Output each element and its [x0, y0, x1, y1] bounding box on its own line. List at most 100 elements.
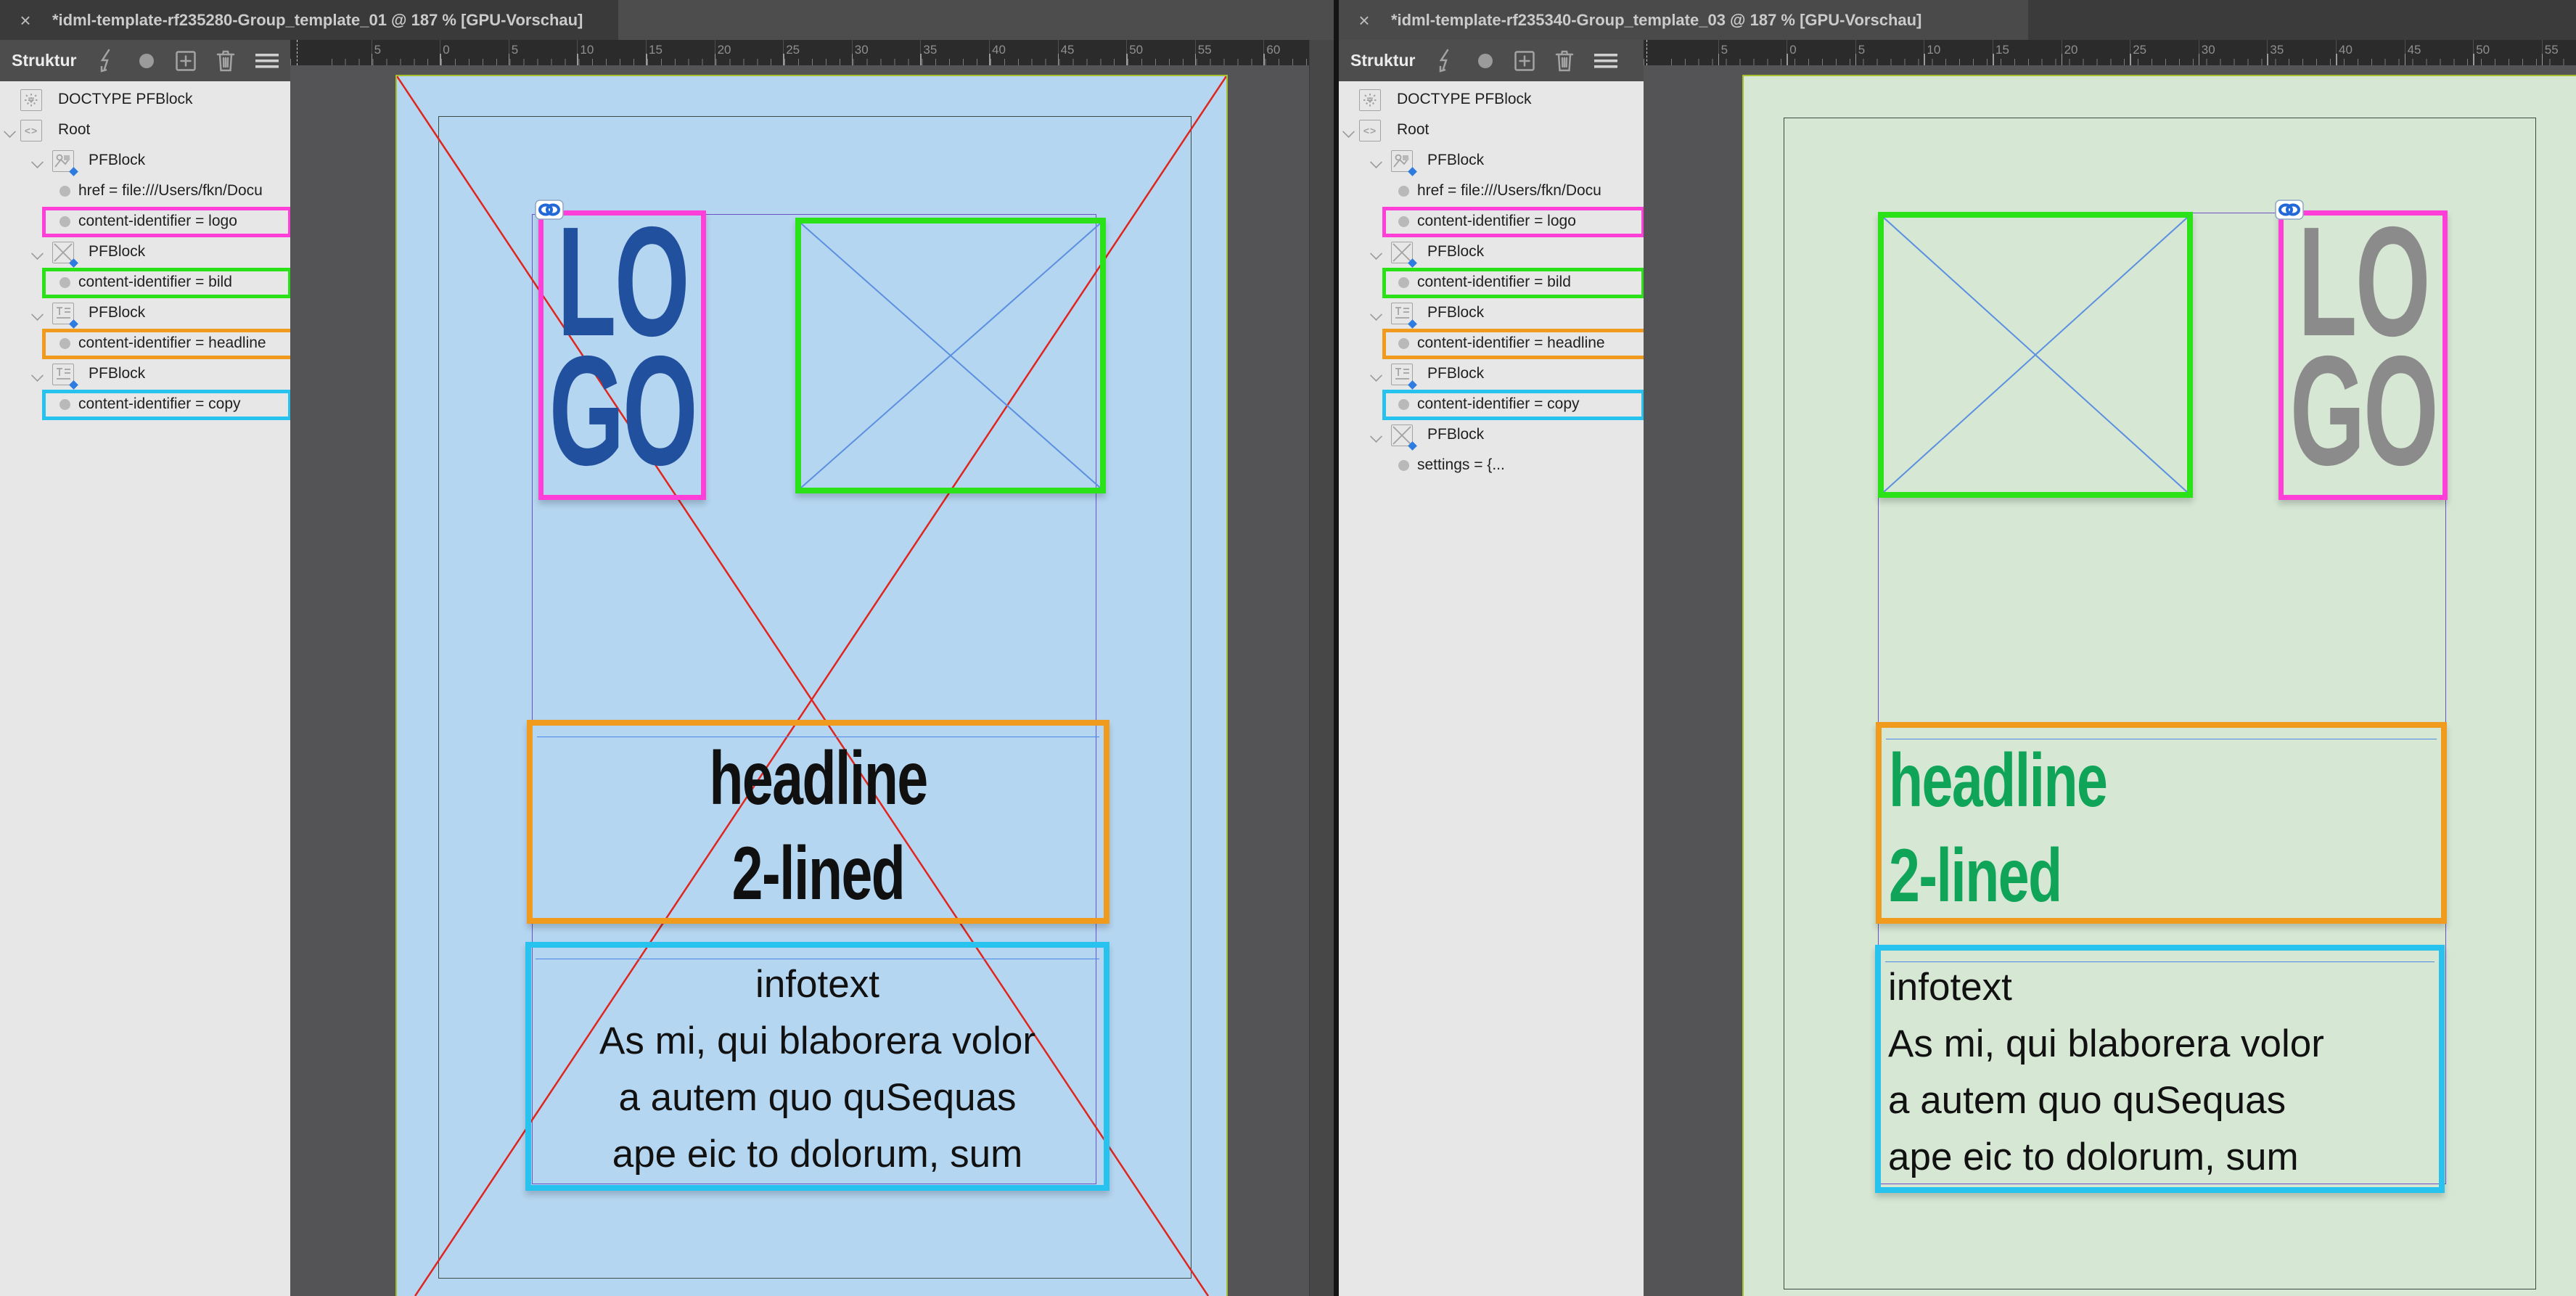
menu-icon[interactable] [255, 52, 279, 70]
structure-attribute-row[interactable]: content-identifier = logo [1339, 207, 1644, 237]
trash-icon[interactable] [216, 49, 236, 73]
ruler-number: 15 [649, 43, 663, 57]
ruler-major-tick [2199, 54, 2200, 65]
headline-frame[interactable]: headline2-lined [527, 720, 1109, 924]
structure-element-row[interactable]: DOCTYPE PFBlock [0, 85, 290, 115]
node-label: Root [58, 121, 90, 139]
ruler-major-tick [1263, 54, 1265, 65]
structure-element-row[interactable]: PFBlock [1339, 298, 1644, 329]
ruler-number: 35 [2270, 43, 2284, 57]
trash-icon[interactable] [1554, 49, 1575, 73]
chevron-down-icon[interactable] [31, 308, 44, 321]
ruler-major-tick [1058, 54, 1059, 65]
structure-element-row[interactable]: <>Root [0, 115, 290, 146]
chevron-down-icon[interactable] [1370, 247, 1382, 260]
ruler-number: 5 [1858, 43, 1865, 57]
headline-frame[interactable]: headline2-lined [1876, 722, 2447, 924]
close-icon[interactable]: × [16, 11, 35, 30]
copy-frame[interactable]: infotextAs mi, qui blaborera volora aute… [1875, 945, 2445, 1193]
pasteboard[interactable]: LOGO headline2-lined [290, 65, 1310, 1296]
record-icon[interactable] [1476, 52, 1495, 70]
structure-element-row[interactable]: PFBlock [1339, 359, 1644, 390]
link-icon[interactable] [535, 200, 564, 220]
pasteboard[interactable]: LOGO headline2-lined infotextAs mi, qui … [1644, 65, 2576, 1296]
node-label: PFBlock [1427, 426, 1484, 443]
placeholder-x-icon [801, 223, 1100, 488]
structure-attribute-row[interactable]: href = file:///Users/fkn/Docu [1339, 176, 1644, 207]
ruler-major-tick [577, 54, 578, 65]
close-icon[interactable]: × [1355, 11, 1374, 30]
panel-title: Struktur [12, 51, 76, 70]
logo-frame[interactable]: LOGO [538, 210, 706, 500]
document-tab[interactable]: × *idml-template-rf235340-Group_template… [1339, 0, 2028, 40]
structure-element-row[interactable]: <>Root [1339, 115, 1644, 146]
structure-attribute-row[interactable]: content-identifier = headline [1339, 329, 1644, 359]
logo-frame[interactable]: LOGO [2278, 210, 2448, 500]
chevron-down-icon[interactable] [1370, 369, 1382, 382]
attribute-bullet-icon [60, 338, 70, 349]
image-placeholder-frame[interactable] [1878, 212, 2193, 498]
menu-icon[interactable] [1593, 52, 1618, 70]
structure-element-row[interactable]: DOCTYPE PFBlock [1339, 85, 1644, 115]
structure-element-row[interactable]: PFBlock [0, 146, 290, 176]
ruler-major-tick [372, 54, 373, 65]
node-label: PFBlock [89, 365, 145, 382]
structure-attribute-row[interactable]: settings = {... [1339, 451, 1644, 481]
structure-element-row[interactable]: PFBlock [0, 359, 290, 390]
ruler-number: 0 [443, 43, 449, 57]
page-template-01[interactable]: LOGO headline2-lined [397, 76, 1226, 1296]
vertical-scrollbar[interactable] [1309, 40, 1334, 1296]
structure-attribute-row[interactable]: content-identifier = bild [0, 268, 290, 298]
link-icon[interactable] [2275, 200, 2304, 220]
add-icon[interactable] [1514, 50, 1535, 72]
structure-element-row[interactable]: PFBlock [1339, 237, 1644, 268]
chevron-down-icon[interactable] [4, 126, 16, 138]
structure-element-row[interactable]: PFBlock [1339, 420, 1644, 451]
node-icon [1391, 425, 1413, 446]
attribute-label: content-identifier = headline [78, 335, 266, 352]
structure-tree: DOCTYPE PFBlock<>Root PFBlock href = file… [1339, 85, 1644, 481]
zap-icon[interactable] [1435, 49, 1457, 73]
chevron-down-icon[interactable] [31, 156, 44, 168]
add-icon[interactable] [175, 50, 197, 72]
ruler-number: 35 [923, 43, 937, 57]
image-placeholder-icon [1392, 242, 1412, 263]
document-tab[interactable]: × *idml-template-rf235280-Group_template… [0, 0, 618, 40]
page-template-03[interactable]: LOGO headline2-lined infotextAs mi, qui … [1744, 76, 2576, 1296]
structure-element-row[interactable]: PFBlock [0, 237, 290, 268]
structure-attribute-row[interactable]: href = file:///Users/fkn/Docu [0, 176, 290, 207]
node-icon: <> [1359, 120, 1381, 142]
chevron-down-icon[interactable] [31, 369, 44, 382]
ruler-major-tick [1787, 54, 1788, 65]
image-placeholder-frame[interactable] [795, 218, 1106, 493]
ruler-number: 50 [2476, 43, 2490, 57]
node-label: PFBlock [1427, 365, 1484, 382]
copy-text: infotextAs mi, qui blaborera volora aute… [1888, 959, 2324, 1186]
xml-element-icon: <> [1360, 120, 1380, 141]
structure-attribute-row[interactable]: content-identifier = headline [0, 329, 290, 359]
panel-title: Struktur [1350, 51, 1415, 70]
record-icon[interactable] [137, 52, 156, 70]
copy-frame[interactable]: infotextAs mi, qui blaborera volora aute… [525, 942, 1109, 1191]
document-title: *idml-template-rf235280-Group_template_0… [52, 11, 583, 30]
ruler-major-tick [1855, 54, 1857, 65]
structure-attribute-row[interactable]: content-identifier = bild [1339, 268, 1644, 298]
chevron-down-icon[interactable] [31, 247, 44, 260]
ruler-major-tick [1126, 54, 1128, 65]
chevron-down-icon[interactable] [1370, 156, 1382, 168]
ruler-number: 55 [1198, 43, 1212, 57]
zap-icon[interactable] [97, 49, 118, 73]
titlebar: × *idml-template-rf235280-Group_template… [0, 0, 1334, 40]
chevron-down-icon[interactable] [1370, 308, 1382, 321]
structure-attribute-row[interactable]: content-identifier = logo [0, 207, 290, 237]
indesign-workspace: × *idml-template-rf235280-Group_template… [0, 0, 2576, 1296]
text-block-icon [1392, 303, 1412, 324]
structure-attribute-row[interactable]: content-identifier = copy [0, 390, 290, 420]
doctype-icon [21, 90, 41, 110]
structure-element-row[interactable]: PFBlock [1339, 146, 1644, 176]
chevron-down-icon[interactable] [1342, 126, 1355, 138]
structure-element-row[interactable]: PFBlock [0, 298, 290, 329]
attribute-label: href = file:///Users/fkn/Docu [1417, 182, 1601, 200]
chevron-down-icon[interactable] [1370, 430, 1382, 443]
structure-attribute-row[interactable]: content-identifier = copy [1339, 390, 1644, 420]
